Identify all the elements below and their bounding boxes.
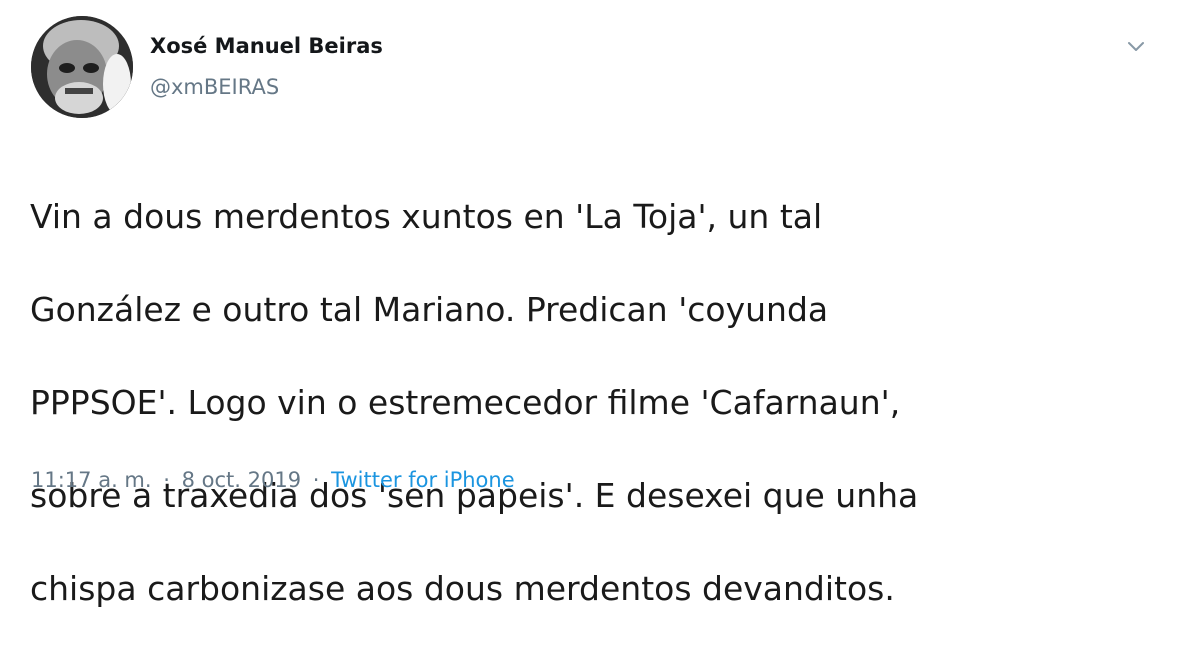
avatar-photo <box>31 16 133 118</box>
tweet-text-line: PPPSOE'. Logo vin o estremecedor filme '… <box>30 382 901 422</box>
tweet-metadata: 11:17 a. m. · 8 oct. 2019 · Twitter for … <box>31 466 515 494</box>
separator: · <box>163 468 170 492</box>
tweet-date[interactable]: 8 oct. 2019 <box>182 468 301 492</box>
tweet-source-link[interactable]: Twitter for iPhone <box>331 468 515 492</box>
avatar[interactable] <box>31 16 133 118</box>
display-name[interactable]: Xosé Manuel Beiras <box>150 33 383 59</box>
tweet-card: Xosé Manuel Beiras @xmBEIRAS Vin a dous … <box>0 0 1200 608</box>
tweet-text: Vin a dous merdentos xuntos en 'La Toja'… <box>30 147 1160 659</box>
tweet-text-line: González e outro tal Mariano. Predican '… <box>30 289 829 329</box>
tweet-text-line: Vin a dous merdentos xuntos en 'La Toja'… <box>30 196 823 236</box>
tweet-text-line: chispa carbonizase aos dous merdentos de… <box>30 568 895 608</box>
user-handle[interactable]: @xmBEIRAS <box>150 74 279 100</box>
separator: · <box>312 468 320 492</box>
tweet-time[interactable]: 11:17 a. m. <box>31 468 152 492</box>
chevron-down-icon[interactable] <box>1124 34 1148 58</box>
